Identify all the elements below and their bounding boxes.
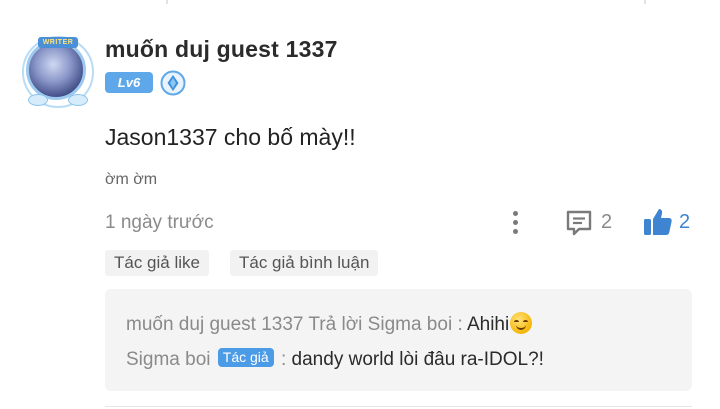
reply-author[interactable]: Sigma boi [126, 349, 211, 370]
reply-target[interactable]: Sigma boi [368, 314, 453, 335]
avatar-image [26, 40, 86, 100]
like-count: 2 [679, 211, 691, 233]
divider-tick [166, 0, 168, 4]
avatar-wing-left [28, 94, 48, 106]
reply-text: Ahihi [466, 314, 510, 335]
more-vertical-icon [513, 211, 518, 216]
level-badge: Lv6 [105, 72, 153, 93]
divider-tick [644, 0, 646, 4]
author-tag-badge: Tác giả [217, 348, 274, 367]
tag-author-commented[interactable]: Tác giả bình luận [230, 250, 379, 276]
comment-username[interactable]: muốn duj guest 1337 [105, 36, 338, 63]
more-vertical-icon-dot [513, 220, 518, 225]
comment-count: 2 [601, 211, 613, 233]
top-divider [0, 0, 720, 4]
comment-timestamp: 1 ngày trước [105, 212, 214, 233]
reply-separator: : [457, 314, 463, 335]
reply-item[interactable]: muốn duj guest 1337 Trả lời Sigma boi : … [126, 312, 533, 336]
thumbs-up-icon [644, 209, 672, 235]
avatar-frame-label: WRITER [38, 37, 78, 48]
replies-box[interactable]: muốn duj guest 1337 Trả lời Sigma boi : … [105, 289, 692, 391]
reply-item[interactable]: Sigma boi Tác giả : dandy world lòi đâu … [126, 348, 544, 371]
more-vertical-icon-dot [513, 229, 518, 234]
comment-text: Jason1337 cho bố mày!! [105, 124, 356, 150]
comment-subtext: ờm ờm [105, 171, 158, 188]
bottom-divider [105, 406, 692, 407]
like-button[interactable]: 2 [642, 205, 702, 239]
reply-text: dandy world lòi đâu ra-IDOL?! [291, 349, 544, 370]
reply-author[interactable]: muốn duj guest 1337 [126, 314, 303, 335]
tag-author-liked[interactable]: Tác giả like [105, 250, 209, 276]
more-options-button[interactable] [506, 208, 526, 238]
avatar-wing-right [68, 94, 88, 106]
reply-verb: Trả lời [308, 314, 363, 335]
reply-separator: : [280, 349, 287, 370]
diamond-badge-icon [160, 70, 186, 96]
reply-comment-button[interactable]: 2 [564, 207, 624, 239]
avatar[interactable]: WRITER [22, 36, 94, 108]
comment-bubble-icon [566, 210, 592, 236]
smiling-emoji-icon [510, 312, 533, 334]
